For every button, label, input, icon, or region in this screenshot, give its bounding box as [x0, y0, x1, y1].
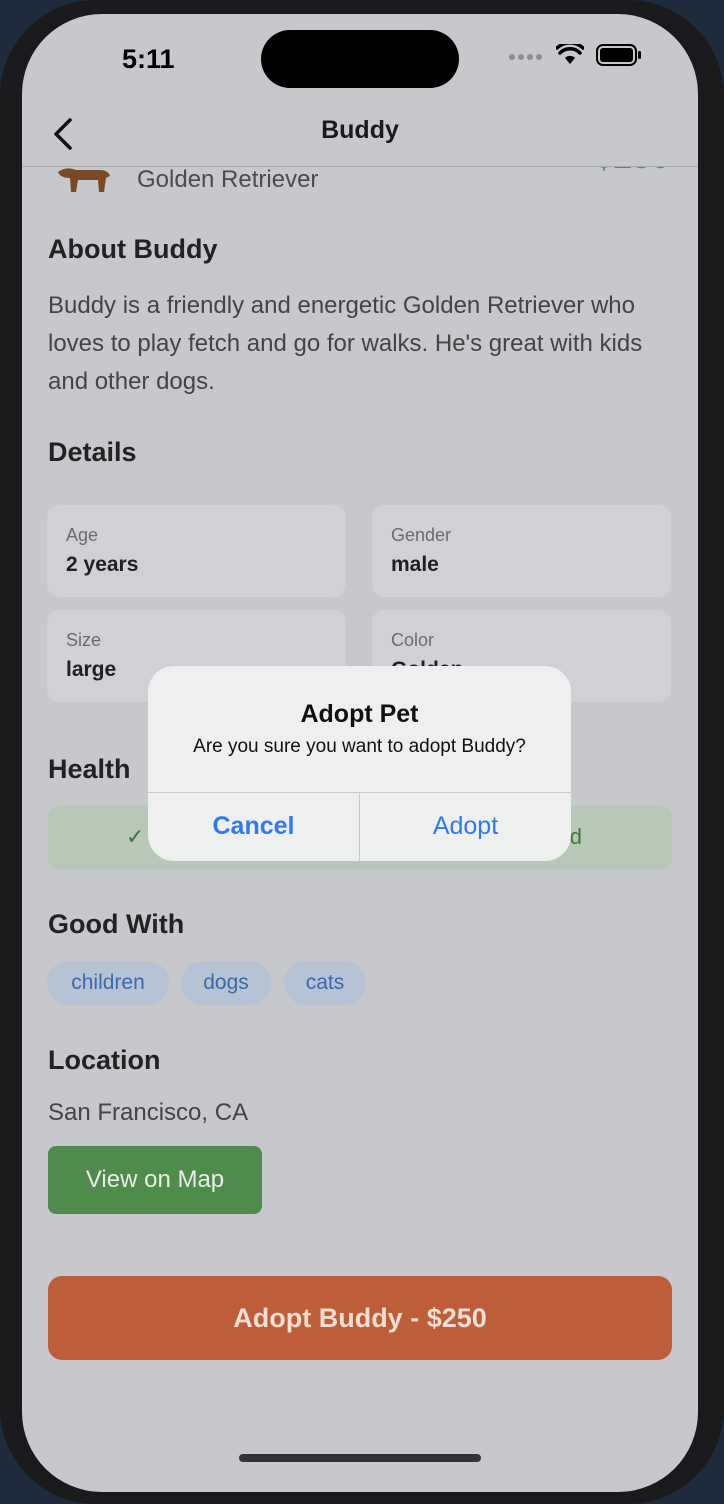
dog-icon: [58, 168, 110, 192]
dynamic-island: [261, 30, 459, 88]
alert-title: Adopt Pet: [300, 700, 419, 728]
checkmark-icon: ✓: [126, 824, 145, 849]
detail-label: Age: [66, 525, 99, 545]
good-with-heading: Good With: [48, 909, 185, 939]
good-with-tag: children: [47, 961, 169, 1005]
adopt-confirmation-alert: Adopt Pet Are you sure you want to adopt…: [148, 666, 571, 861]
location-heading: Location: [48, 1045, 161, 1075]
pet-breed: Golden Retriever: [137, 166, 319, 193]
phone-screen: 5:11 Buddy Golden Retriever $250 About B…: [22, 14, 698, 1492]
detail-card-age: Age 2 years: [47, 505, 346, 597]
detail-label: Gender: [391, 525, 452, 545]
status-icons: [508, 44, 642, 66]
location-text: San Francisco, CA: [48, 1099, 249, 1126]
detail-value: large: [66, 658, 117, 681]
good-with-tag: dogs: [181, 961, 271, 1005]
about-text: Buddy is a friendly and energetic Golden…: [48, 292, 643, 395]
wifi-icon: [556, 44, 584, 64]
alert-cancel-button[interactable]: Cancel: [148, 792, 359, 861]
health-heading: Health: [48, 754, 131, 784]
page-title: Buddy: [321, 116, 399, 144]
detail-card-gender: Gender male: [372, 505, 671, 597]
battery-icon: [596, 44, 641, 66]
details-heading: Details: [48, 437, 137, 467]
navigation-bar: Buddy: [22, 108, 698, 167]
adopt-button[interactable]: Adopt Buddy - $250: [48, 1276, 672, 1360]
alert-adopt-button[interactable]: Adopt: [360, 792, 571, 861]
good-with-tag: cats: [284, 961, 366, 1005]
about-heading: About Buddy: [48, 234, 218, 264]
health-status-text: d: [569, 824, 582, 849]
alert-message: Are you sure you want to adopt Buddy?: [193, 736, 526, 757]
detail-value: male: [391, 553, 439, 576]
status-time: 5:11: [122, 44, 175, 74]
detail-value: 2 years: [66, 553, 139, 576]
detail-label: Size: [66, 630, 102, 650]
cellular-signal-icon: [509, 54, 542, 60]
view-on-map-button[interactable]: View on Map: [48, 1146, 262, 1214]
home-indicator[interactable]: [239, 1454, 481, 1462]
detail-label: Color: [391, 630, 435, 650]
